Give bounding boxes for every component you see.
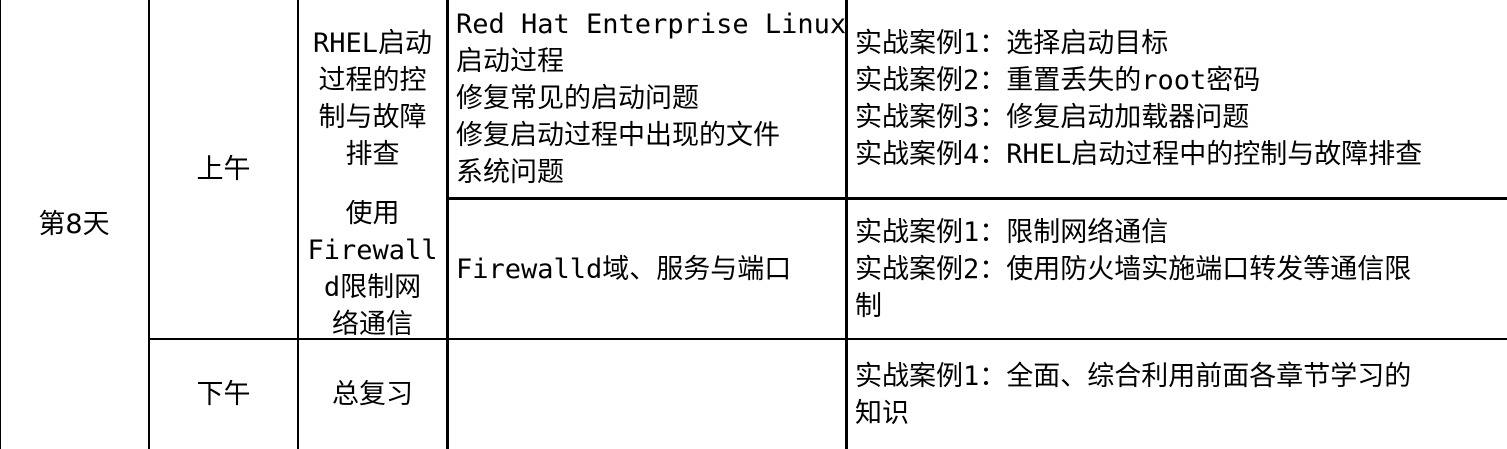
case-line: 实战案例2：重置丢失的root密码 [855,64,1261,96]
period-label-afternoon: 下午 [196,379,251,410]
day-cell: 第8天 [0,0,148,449]
case-line: 实战案例4：RHEL启动过程中的控制与故障排查 [855,138,1423,170]
topic-line: 使用 [345,200,400,229]
topic-line: Firewall [307,235,438,266]
content-line: Firewalld域、服务与端口 [456,253,792,285]
topic-line: 络通信 [332,309,413,338]
topic-line: 过程的控 [318,64,427,96]
case-line: 实战案例1：限制网络通信 [855,216,1169,248]
case-cell-firewall: 实战案例1：限制网络通信 实战案例2：使用防火墙实施端口转发等通信限 制 [848,200,1507,338]
content-cell-boot: Red Hat Enterprise Linux 启动过程 修复常见的启动问题 … [449,0,847,197]
case-line: 实战案例2：使用防火墙实施端口转发等通信限 [855,253,1412,285]
case-cell-review: 实战案例1：全面、综合利用前面各章节学习的 知识 [848,340,1507,449]
period-label-morning: 上午 [196,153,251,185]
content-line: 修复常见的启动问题 [456,83,699,114]
content-line: Red Hat Enterprise Linux [456,9,847,40]
case-line: 实战案例1：选择启动目标 [855,27,1169,59]
case-line: 实战案例3：修复启动加载器问题 [855,101,1250,133]
case-cell-boot: 实战案例1：选择启动目标 实战案例2：重置丢失的root密码 实战案例3：修复启… [848,0,1507,197]
topic-line: 制与故障 [318,101,427,133]
topic-line: 总复习 [332,379,413,410]
case-line: 制 [855,290,882,322]
topic-cell-firewall: 使用 Firewall d限制网 络通信 [299,200,446,338]
period-cell-afternoon: 下午 [150,340,297,449]
content-cell-review [449,340,845,449]
content-line: 启动过程 [456,46,564,77]
topic-line: d限制网 [323,272,422,303]
content-line: 修复启动过程中出现的文件 [456,120,780,151]
topic-cell-review: 总复习 [299,340,446,449]
case-line: 实战案例1：全面、综合利用前面各章节学习的 [855,360,1412,392]
content-line: 系统问题 [456,157,564,188]
topic-cell-boot: RHEL启动 过程的控 制与故障 排查 [299,0,446,197]
period-cell-morning: 上午 [150,0,297,338]
topic-line: 排查 [345,138,400,170]
day-label: 第8天 [38,209,110,240]
case-line: 知识 [855,397,909,429]
topic-line: RHEL启动 [312,27,433,59]
content-cell-firewall: Firewalld域、服务与端口 [449,200,845,338]
